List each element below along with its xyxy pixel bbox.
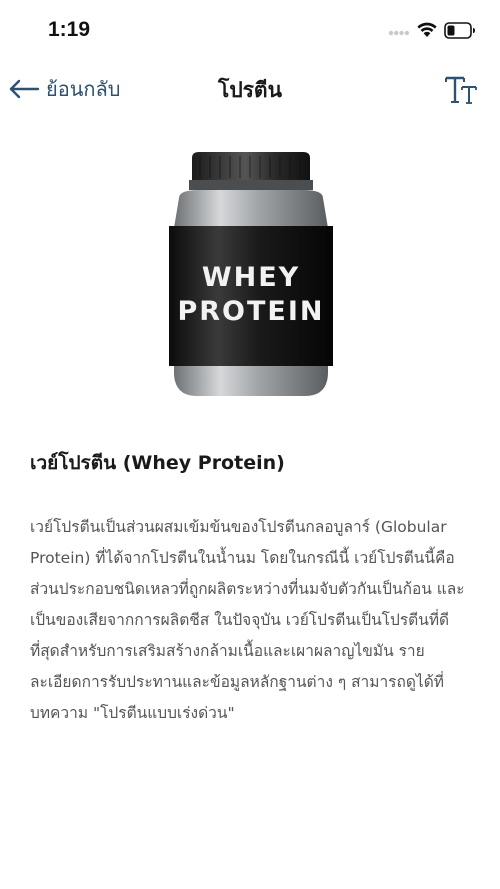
article-title: เวย์โปรตีน (Whey Protein) [30, 452, 285, 474]
tub-label-line2: PROTEIN [177, 296, 324, 327]
page-title: โปรตีน [218, 78, 282, 102]
wifi-icon [417, 22, 437, 37]
battery-icon [444, 22, 475, 39]
status-bar: 1:19 [0, 0, 500, 60]
status-time: 1:19 [48, 18, 91, 41]
whey-protein-tub-image: WHEY PROTEIN [169, 152, 333, 396]
nav-bar: ย้อนกลับ โปรตีน [0, 60, 500, 118]
text-size-icon[interactable] [444, 72, 478, 106]
article-body: เวย์โปรตีนเป็นส่วนผสมเข้มข้นของโปรตีนกลอ… [30, 518, 465, 722]
tub-label-line1: WHEY [202, 262, 300, 293]
cellular-signal-icon [388, 30, 410, 36]
